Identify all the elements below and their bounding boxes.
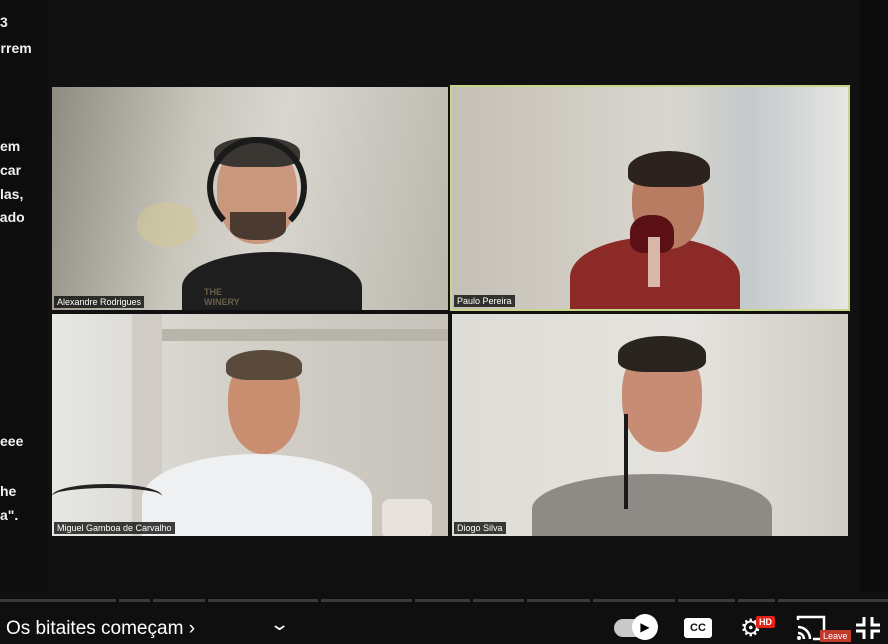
play-icon: ▶ — [632, 614, 658, 640]
leave-label: Leave — [820, 630, 851, 642]
sidebar-text-overflow: 3 orrem em car las, cado eee he a". — [0, 0, 48, 600]
side-text-line: 3 — [0, 14, 8, 30]
participant-name: Alexandre Rodrigues — [54, 296, 145, 308]
side-text-line: eee — [0, 433, 24, 449]
progress-bar[interactable] — [0, 599, 888, 602]
chapter-title-text: Os bitaites começam — [6, 618, 184, 639]
participant-name: Paulo Pereira — [454, 295, 515, 307]
exit-fullscreen-button[interactable] — [852, 614, 884, 642]
side-text-line: cado — [0, 209, 25, 225]
chevron-down-icon[interactable]: ⌄ — [269, 614, 290, 635]
participant-tile: Diogo Silva — [452, 314, 848, 536]
subtitles-button[interactable]: CC — [684, 614, 712, 642]
right-edge — [860, 0, 888, 592]
shirt-print: THE WINERY — [204, 287, 240, 307]
participant-tile-active-speaker: Paulo Pereira — [450, 85, 850, 311]
side-text-line: em — [0, 138, 21, 154]
participant-name: Diogo Silva — [454, 522, 506, 534]
autoplay-toggle[interactable]: ▶ — [614, 614, 658, 642]
side-text-line: car — [0, 162, 22, 178]
side-text-line: las, — [0, 186, 24, 202]
participant-name: Miguel Gamboa de Carvalho — [54, 522, 175, 534]
exit-fullscreen-icon — [856, 617, 880, 639]
side-text-line: orrem — [0, 40, 32, 56]
chevron-right-icon: › — [188, 618, 196, 639]
hd-badge: HD — [756, 616, 775, 628]
participant-tile: Miguel Gamboa de Carvalho — [52, 314, 448, 536]
chapter-title[interactable]: Os bitaites começam › — [6, 618, 195, 640]
participant-tile: THE WINERY Alexandre Rodrigues — [52, 87, 448, 310]
cc-icon: CC — [684, 618, 712, 638]
side-text-line: a". — [0, 507, 19, 523]
side-text-line: he — [0, 483, 17, 499]
